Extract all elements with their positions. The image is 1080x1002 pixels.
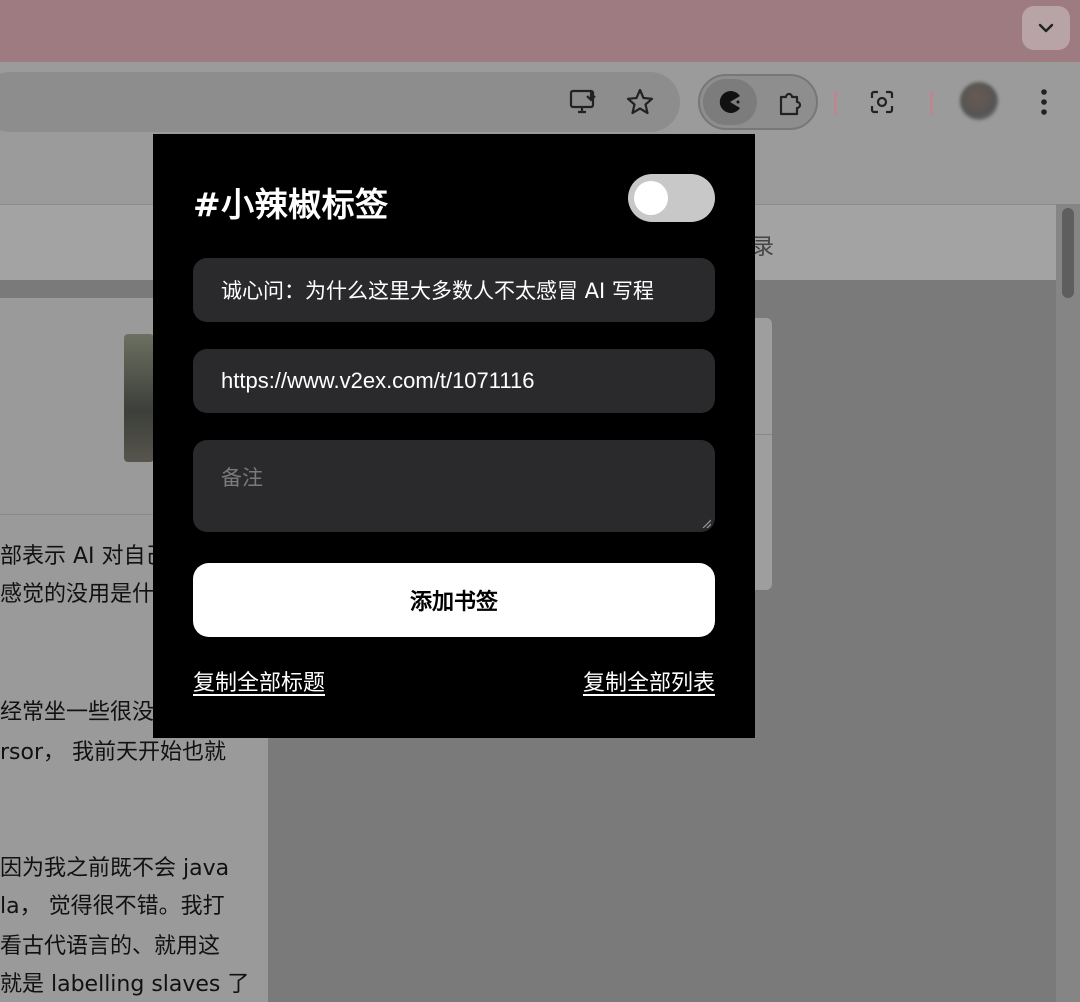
- popup-title: #小辣椒标签: [193, 185, 389, 224]
- profile-avatar[interactable]: [960, 82, 998, 120]
- toggle-knob: [634, 181, 668, 215]
- topic-body-line: la， 觉得很不错。我打: [0, 894, 225, 919]
- page-scrollbar[interactable]: [1056, 204, 1080, 1002]
- google-lens-icon: [870, 90, 894, 114]
- install-app-button[interactable]: [564, 82, 604, 122]
- bookmark-title-field[interactable]: 诚心问：为什么这里大多数人不太感冒 AI 写程: [193, 258, 715, 322]
- copy-all-list-link[interactable]: 复制全部列表: [583, 665, 715, 697]
- tab-search-button[interactable]: [1022, 6, 1070, 50]
- topic-body-line: 看古代语言的、就用这: [0, 934, 221, 959]
- toolbar-separator: [930, 90, 933, 116]
- extensions-puzzle-icon: [779, 92, 802, 116]
- topic-body-line: 就是 labelling slaves 了: [0, 972, 250, 997]
- note-placeholder: 备注: [221, 466, 263, 490]
- pacman-extension-button[interactable]: [703, 79, 757, 125]
- topic-body-line: 部表示 AI 对自己: [0, 544, 168, 569]
- more-menu-icon: [1041, 89, 1047, 115]
- topic-body-line: rsor， 我前天开始也就: [0, 740, 227, 765]
- divider: [754, 434, 772, 435]
- extension-pacman-icon: [719, 91, 740, 113]
- google-lens-button[interactable]: [862, 82, 902, 122]
- tab-strip: [0, 0, 1080, 62]
- topic-body-line: 因为我之前既不会 java: [0, 856, 230, 881]
- copy-all-titles-link[interactable]: 复制全部标题: [193, 665, 325, 697]
- add-bookmark-button[interactable]: 添加书签: [193, 563, 715, 637]
- more-menu-button[interactable]: [1024, 82, 1064, 122]
- bookmark-star-icon: [626, 88, 654, 115]
- bookmark-popup: #小辣椒标签 诚心问：为什么这里大多数人不太感冒 AI 写程 https://w…: [153, 134, 755, 738]
- extension-group: [698, 74, 818, 130]
- bookmark-url-field[interactable]: https://www.v2ex.com/t/1071116: [193, 349, 715, 413]
- chevron-down-icon: [1038, 23, 1054, 33]
- note-textarea[interactable]: 备注: [193, 440, 715, 532]
- browser-toolbar: [0, 62, 1080, 142]
- resize-grip-icon[interactable]: [701, 518, 711, 528]
- enable-toggle[interactable]: [628, 174, 715, 222]
- sidebar-card: [754, 318, 772, 590]
- extensions-button[interactable]: [770, 84, 810, 124]
- topic-body-line: 经常坐一些很没: [0, 700, 155, 725]
- scrollbar-thumb[interactable]: [1062, 208, 1074, 298]
- nav-link-fragment[interactable]: 录: [752, 229, 774, 261]
- author-avatar[interactable]: [124, 334, 154, 462]
- topic-body-line: 感觉的没用是什: [0, 582, 155, 607]
- install-app-icon: [569, 89, 596, 114]
- toolbar-separator: [834, 90, 837, 116]
- bookmark-star-button[interactable]: [620, 82, 660, 122]
